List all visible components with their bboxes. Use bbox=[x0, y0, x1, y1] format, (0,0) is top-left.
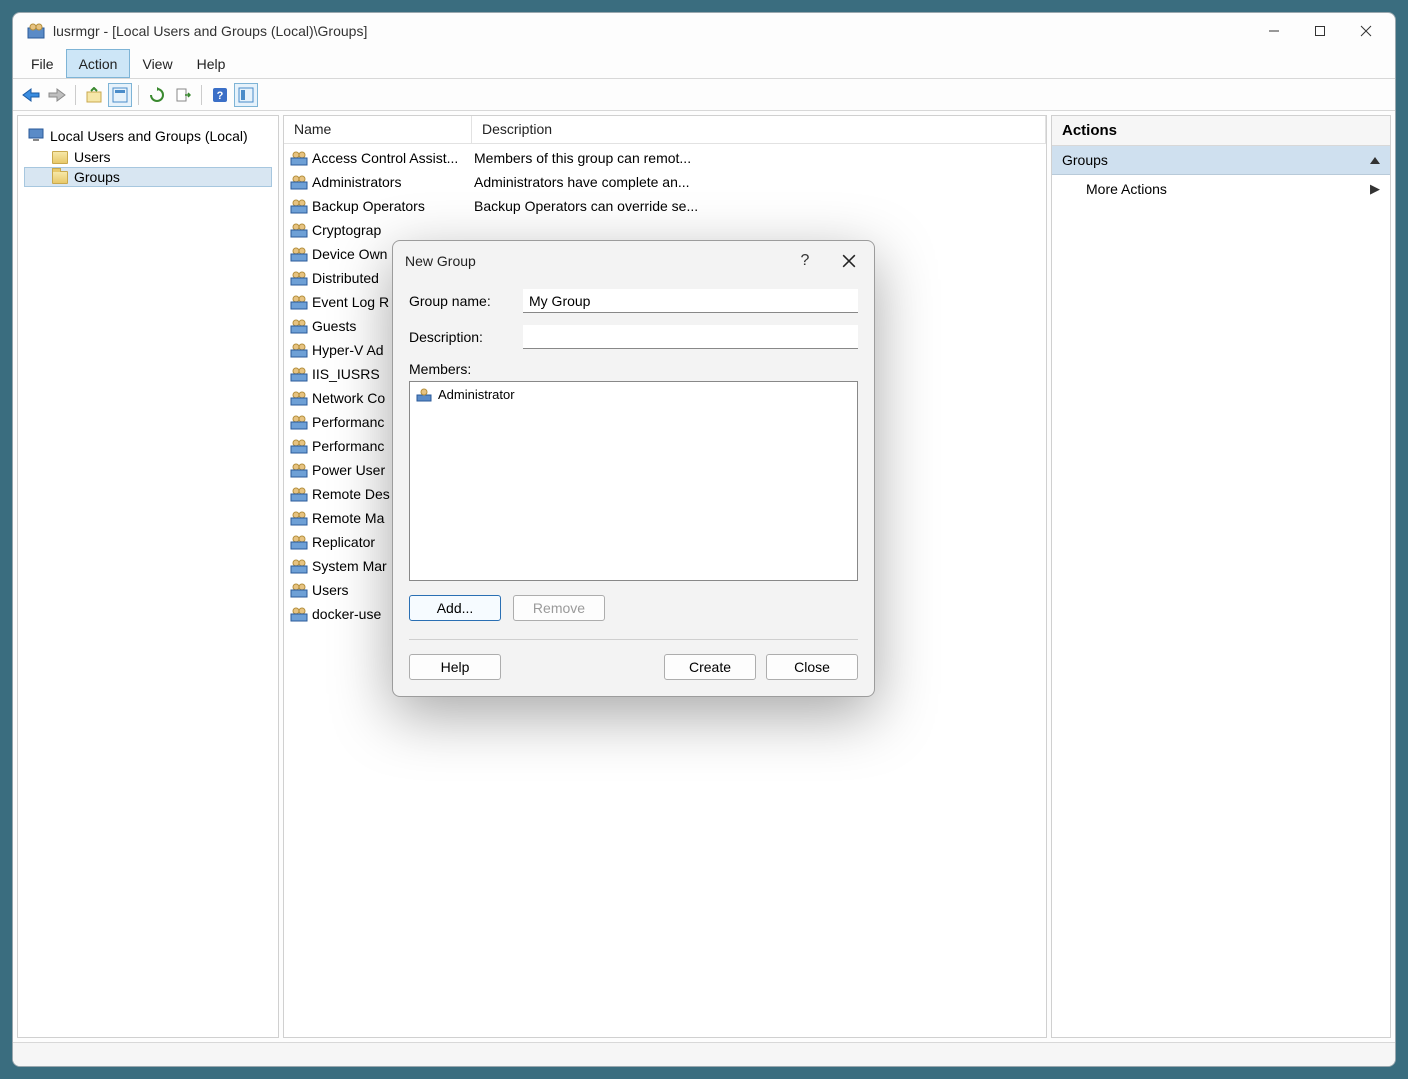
cell-name: Access Control Assist... bbox=[312, 150, 474, 166]
toolbar: ? bbox=[13, 79, 1395, 111]
close-button[interactable]: Close bbox=[766, 654, 858, 680]
menu-file[interactable]: File bbox=[19, 49, 66, 78]
dialog-body: Group name: Description: Members: Admini… bbox=[393, 281, 874, 696]
dialog-title: New Group bbox=[405, 253, 476, 269]
close-button[interactable] bbox=[1343, 15, 1389, 47]
refresh-button[interactable] bbox=[145, 83, 169, 107]
menu-view[interactable]: View bbox=[130, 49, 184, 78]
group-icon bbox=[290, 245, 308, 263]
titlebar: lusrmgr - [Local Users and Groups (Local… bbox=[13, 13, 1395, 49]
forward-button[interactable] bbox=[45, 83, 69, 107]
tree-item-groups[interactable]: Groups bbox=[24, 167, 272, 187]
column-name[interactable]: Name bbox=[284, 116, 472, 143]
minimize-button[interactable] bbox=[1251, 15, 1297, 47]
tree-pane: Local Users and Groups (Local) Users Gro… bbox=[17, 115, 279, 1038]
back-button[interactable] bbox=[19, 83, 43, 107]
dialog-divider bbox=[409, 639, 858, 640]
list-row[interactable]: Backup OperatorsBackup Operators can ove… bbox=[284, 194, 1046, 218]
svg-text:?: ? bbox=[217, 90, 224, 102]
remove-button[interactable]: Remove bbox=[513, 595, 605, 621]
group-icon bbox=[290, 437, 308, 455]
group-icon bbox=[290, 605, 308, 623]
list-row[interactable]: Access Control Assist...Members of this … bbox=[284, 146, 1046, 170]
show-hide-button[interactable] bbox=[234, 83, 258, 107]
toolbar-separator bbox=[201, 85, 202, 105]
members-listbox[interactable]: Administrator bbox=[409, 381, 858, 581]
cell-desc: Members of this group can remot... bbox=[474, 150, 1040, 166]
cell-desc: Administrators have complete an... bbox=[474, 174, 1040, 190]
dialog-close-button[interactable] bbox=[836, 248, 862, 274]
create-button[interactable]: Create bbox=[664, 654, 756, 680]
description-label: Description: bbox=[409, 329, 523, 345]
actions-title: Actions bbox=[1052, 116, 1390, 146]
toolbar-separator bbox=[75, 85, 76, 105]
dialog-titlebar: New Group ? bbox=[393, 241, 874, 281]
group-icon bbox=[290, 389, 308, 407]
statusbar bbox=[13, 1042, 1395, 1066]
group-icon bbox=[290, 365, 308, 383]
help-button[interactable]: Help bbox=[409, 654, 501, 680]
member-name: Administrator bbox=[438, 387, 515, 402]
group-icon bbox=[290, 461, 308, 479]
cell-desc: Backup Operators can override se... bbox=[474, 198, 1040, 214]
export-button[interactable] bbox=[171, 83, 195, 107]
group-icon bbox=[290, 557, 308, 575]
new-group-dialog: New Group ? Group name: Description: Mem… bbox=[392, 240, 875, 697]
group-icon bbox=[290, 509, 308, 527]
group-icon bbox=[290, 317, 308, 335]
group-icon bbox=[290, 581, 308, 599]
menu-action[interactable]: Action bbox=[66, 49, 131, 78]
dialog-help-button[interactable]: ? bbox=[792, 248, 818, 274]
group-name-input[interactable] bbox=[523, 289, 858, 313]
cell-name: Administrators bbox=[312, 174, 474, 190]
tree-item-label: Groups bbox=[74, 169, 120, 185]
folder-icon bbox=[52, 151, 68, 164]
list-row[interactable]: Cryptograp bbox=[284, 218, 1046, 242]
tree-item-label: Users bbox=[74, 149, 111, 165]
group-icon bbox=[290, 197, 308, 215]
collapse-icon bbox=[1370, 157, 1380, 164]
actions-more[interactable]: More Actions ▶ bbox=[1052, 175, 1390, 203]
help-button[interactable]: ? bbox=[208, 83, 232, 107]
properties-button[interactable] bbox=[108, 83, 132, 107]
window-title: lusrmgr - [Local Users and Groups (Local… bbox=[53, 23, 367, 39]
maximize-button[interactable] bbox=[1297, 15, 1343, 47]
app-icon bbox=[27, 22, 45, 40]
members-label: Members: bbox=[409, 361, 858, 377]
column-description[interactable]: Description bbox=[472, 116, 1046, 143]
chevron-right-icon: ▶ bbox=[1370, 181, 1380, 197]
folder-open-icon bbox=[52, 171, 68, 184]
member-item[interactable]: Administrator bbox=[414, 386, 853, 403]
group-icon bbox=[290, 149, 308, 167]
tree-root[interactable]: Local Users and Groups (Local) bbox=[24, 124, 272, 147]
group-icon bbox=[290, 533, 308, 551]
cell-name: Cryptograp bbox=[312, 222, 474, 238]
menu-help[interactable]: Help bbox=[185, 49, 238, 78]
description-input[interactable] bbox=[523, 325, 858, 349]
cell-name: Backup Operators bbox=[312, 198, 474, 214]
group-icon bbox=[290, 269, 308, 287]
list-header: Name Description bbox=[284, 116, 1046, 144]
actions-group-header[interactable]: Groups bbox=[1052, 146, 1390, 175]
user-icon bbox=[416, 388, 432, 402]
group-name-label: Group name: bbox=[409, 293, 523, 309]
up-button[interactable] bbox=[82, 83, 106, 107]
group-icon bbox=[290, 293, 308, 311]
group-icon bbox=[290, 221, 308, 239]
actions-more-label: More Actions bbox=[1086, 181, 1167, 197]
menubar: File Action View Help bbox=[13, 49, 1395, 79]
tree-item-users[interactable]: Users bbox=[24, 147, 272, 167]
actions-pane: Actions Groups More Actions ▶ bbox=[1051, 115, 1391, 1038]
add-button[interactable]: Add... bbox=[409, 595, 501, 621]
tree-root-label: Local Users and Groups (Local) bbox=[50, 128, 248, 144]
group-icon bbox=[290, 413, 308, 431]
list-row[interactable]: AdministratorsAdministrators have comple… bbox=[284, 170, 1046, 194]
group-icon bbox=[290, 341, 308, 359]
group-icon bbox=[290, 173, 308, 191]
actions-group-label: Groups bbox=[1062, 152, 1108, 168]
computer-icon bbox=[28, 126, 44, 145]
toolbar-separator bbox=[138, 85, 139, 105]
group-icon bbox=[290, 485, 308, 503]
